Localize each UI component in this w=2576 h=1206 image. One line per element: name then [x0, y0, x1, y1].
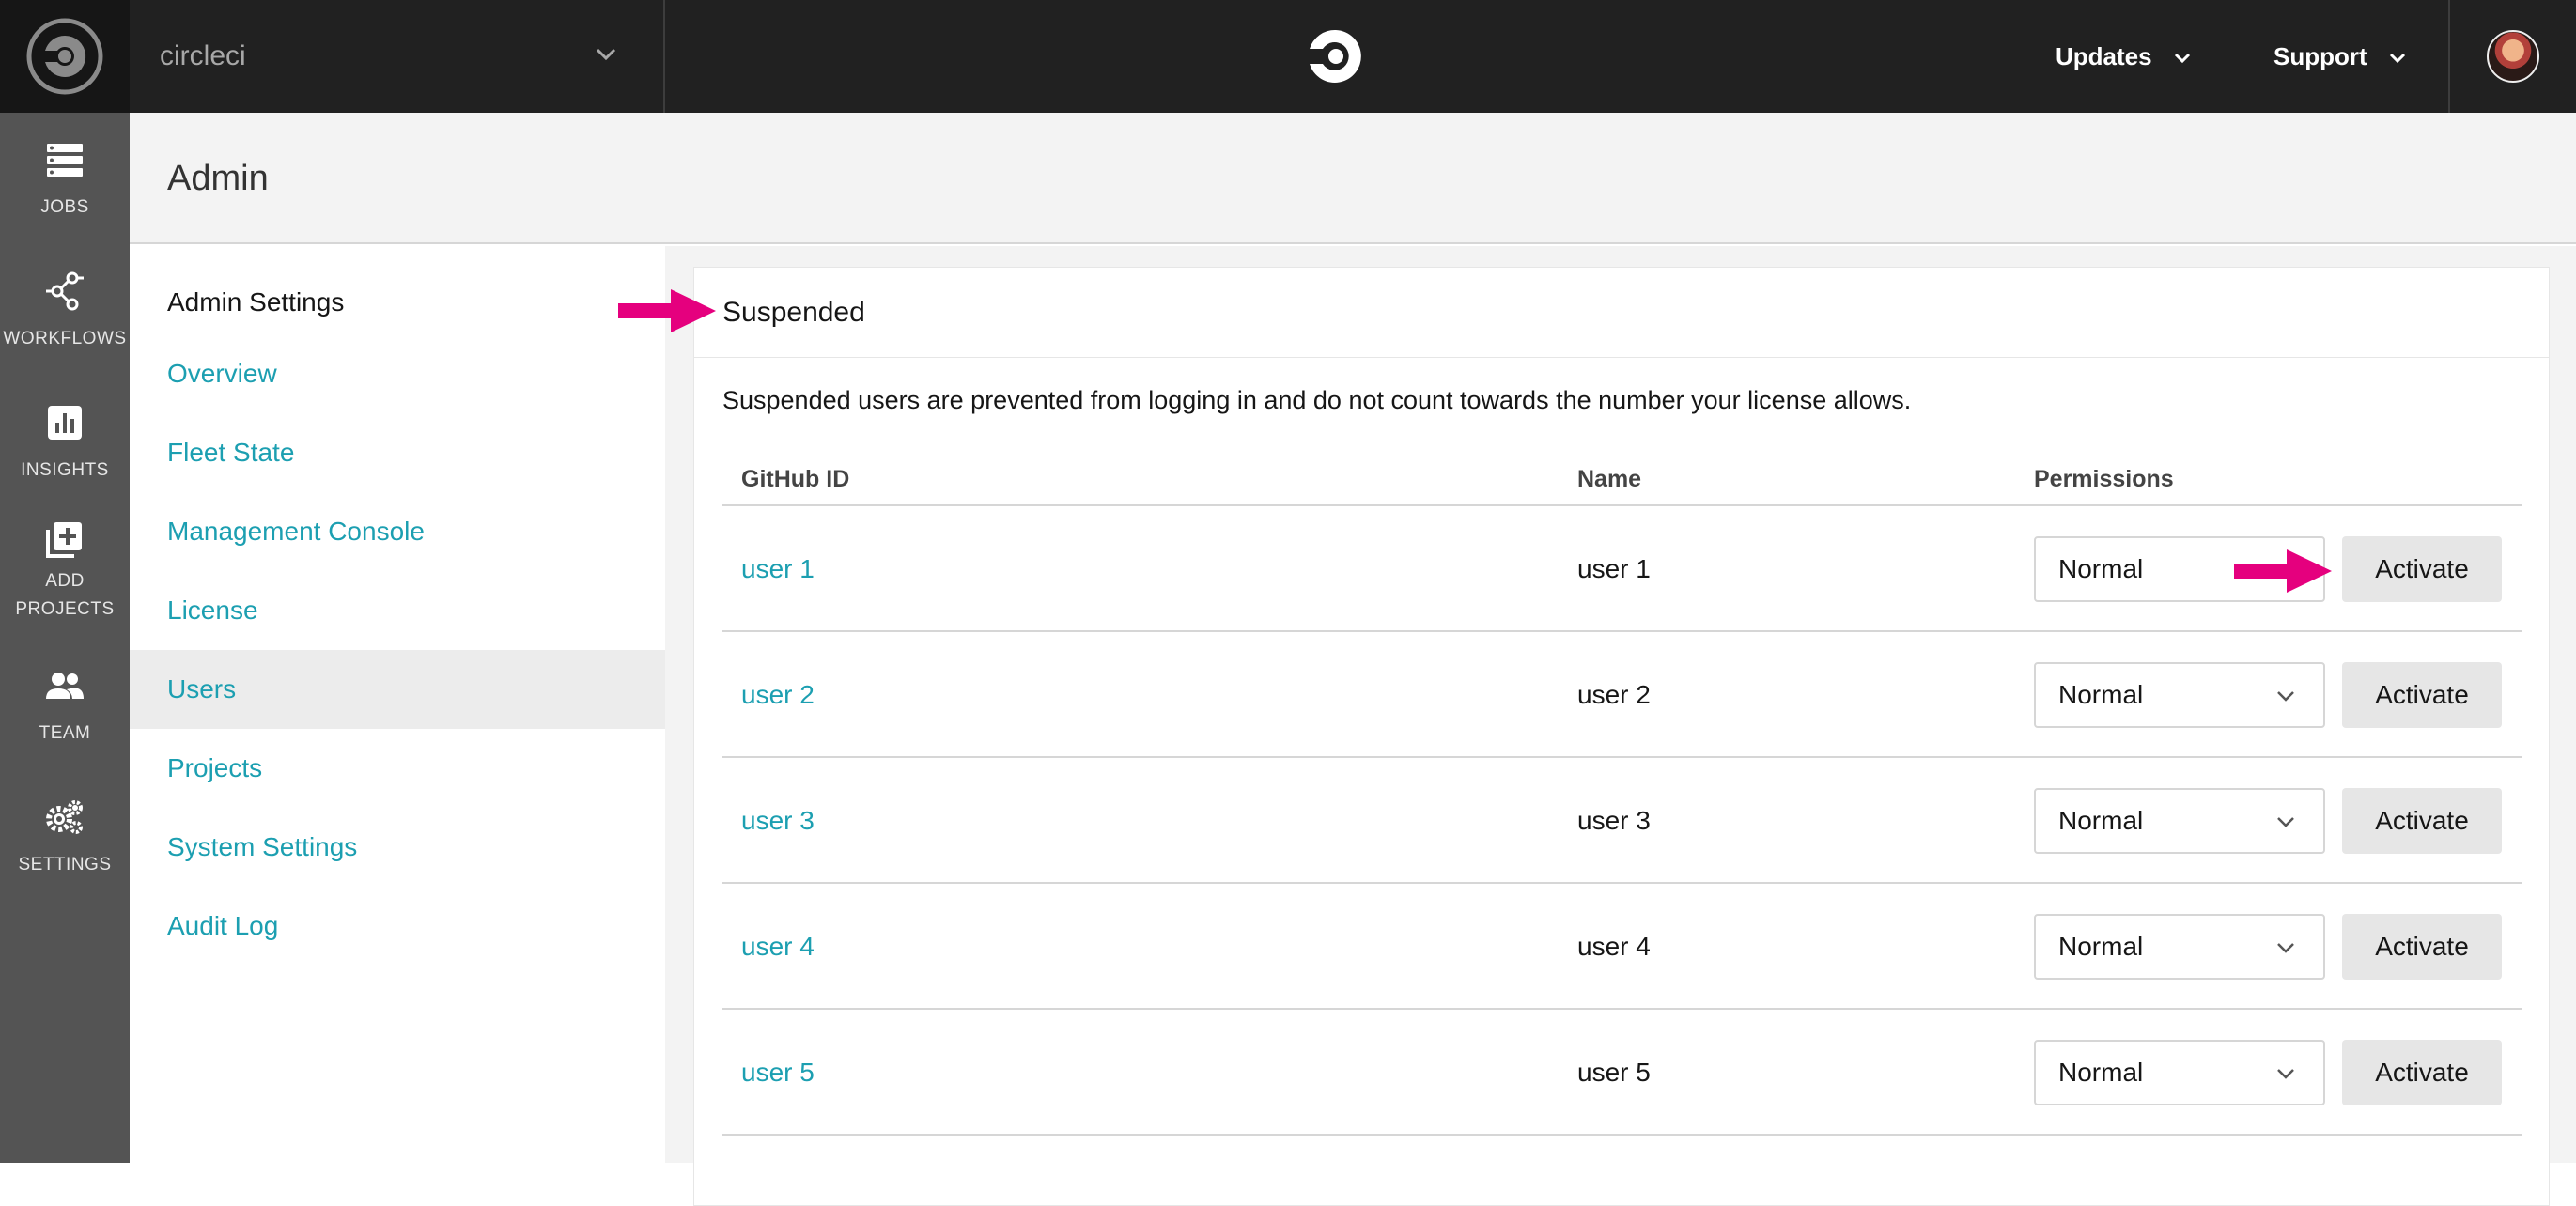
- main-content: Suspended Suspended users are prevented …: [665, 246, 2576, 1206]
- nav-label: TEAM: [39, 723, 91, 743]
- panel-header: Suspended: [694, 268, 2549, 358]
- nav-item-team[interactable]: TEAM: [0, 665, 130, 748]
- nav-label: SETTINGS: [18, 855, 112, 874]
- github-id-link[interactable]: user 3: [741, 758, 815, 884]
- activate-button[interactable]: Activate: [2342, 536, 2502, 602]
- add-projects-icon: [46, 522, 82, 558]
- chevron-down-icon: [2277, 943, 2294, 953]
- activate-button[interactable]: Activate: [2342, 1040, 2502, 1106]
- chevron-down-icon: [2389, 54, 2405, 64]
- nav-item-add-projects[interactable]: ADD PROJECTS: [0, 518, 130, 624]
- org-switcher[interactable]: circleci: [130, 0, 665, 113]
- user-menu[interactable]: [2448, 0, 2576, 113]
- chevron-down-icon: [2277, 691, 2294, 702]
- annotation-arrow-icon: [2234, 549, 2332, 593]
- user-name: user 1: [1577, 554, 1651, 583]
- user-name: user 5: [1577, 1058, 1651, 1087]
- column-header-name: Name: [1577, 466, 1642, 492]
- sidebar-item-overview[interactable]: Overview: [130, 334, 665, 413]
- permission-select[interactable]: Normal: [2034, 788, 2325, 854]
- admin-settings-heading: Admin Settings: [167, 287, 345, 317]
- chevron-down-icon: [2277, 817, 2294, 827]
- support-label: Support: [2273, 42, 2367, 70]
- org-name: circleci: [160, 40, 246, 71]
- updates-menu[interactable]: Updates: [2056, 0, 2191, 113]
- circleci-logo[interactable]: [0, 0, 130, 113]
- nav-item-jobs[interactable]: JOBS: [0, 139, 130, 222]
- nav-label-line: PROJECTS: [15, 599, 115, 619]
- workflows-icon: [46, 271, 84, 311]
- page-title: Admin: [167, 159, 269, 198]
- column-header-permissions: Permissions: [2034, 466, 2174, 492]
- page-header: Admin: [130, 113, 2576, 244]
- nav-item-workflows[interactable]: WORKFLOWS: [0, 271, 130, 353]
- table-header: GitHub ID Name Permissions: [722, 452, 2522, 506]
- insights-icon: [48, 406, 82, 440]
- nav-label: INSIGHTS: [21, 460, 109, 480]
- table-row: user 4 user 4 Normal Activate: [722, 884, 2522, 1010]
- user-name: user 2: [1577, 680, 1651, 709]
- suspended-users-panel: Suspended Suspended users are prevented …: [693, 267, 2550, 1206]
- support-menu[interactable]: Support: [2273, 0, 2406, 113]
- sidebar-item-users[interactable]: Users: [130, 650, 665, 729]
- github-id-link[interactable]: user 4: [741, 884, 815, 1010]
- circleci-center-logo-icon[interactable]: [1308, 28, 1364, 85]
- nav-label: ADD PROJECTS: [0, 567, 130, 624]
- admin-settings-sidebar: Admin Settings Overview Fleet State Mana…: [130, 246, 665, 1163]
- table-row: user 5 user 5 Normal Activate: [722, 1010, 2522, 1136]
- sidebar-item-audit-log[interactable]: Audit Log: [130, 887, 665, 966]
- settings-icon: [46, 800, 83, 834]
- permission-value: Normal: [2058, 932, 2144, 961]
- sidebar-item-fleet-state[interactable]: Fleet State: [130, 413, 665, 492]
- github-id-link[interactable]: user 1: [741, 506, 815, 632]
- updates-label: Updates: [2056, 42, 2152, 70]
- permission-value: Normal: [2058, 554, 2144, 583]
- activate-button[interactable]: Activate: [2342, 788, 2502, 854]
- column-header-github-id: GitHub ID: [741, 466, 850, 492]
- chevron-down-icon: [2174, 54, 2190, 64]
- permission-select[interactable]: Normal: [2034, 662, 2325, 728]
- table-row: user 3 user 3 Normal Activate: [722, 758, 2522, 884]
- permission-value: Normal: [2058, 680, 2144, 709]
- github-id-link[interactable]: user 2: [741, 632, 815, 758]
- left-nav: JOBS WORKFLOWS INSIGHTS ADD PROJECTS TEA…: [0, 113, 130, 1163]
- chevron-down-icon: [2277, 1069, 2294, 1079]
- sidebar-item-license[interactable]: License: [130, 571, 665, 650]
- sidebar-item-projects[interactable]: Projects: [130, 729, 665, 808]
- nav-label: JOBS: [40, 197, 89, 217]
- nav-item-insights[interactable]: INSIGHTS: [0, 402, 130, 485]
- nav-label: WORKFLOWS: [3, 329, 127, 348]
- panel-title: Suspended: [722, 297, 865, 328]
- user-name: user 4: [1577, 932, 1651, 961]
- nav-item-settings[interactable]: SETTINGS: [0, 796, 130, 879]
- permission-select[interactable]: Normal: [2034, 1040, 2325, 1106]
- sidebar-item-system-settings[interactable]: System Settings: [130, 808, 665, 887]
- top-bar: circleci Updates Support: [0, 0, 2576, 113]
- avatar: [2487, 30, 2539, 83]
- activate-button[interactable]: Activate: [2342, 662, 2502, 728]
- table-row: user 2 user 2 Normal Activate: [722, 632, 2522, 758]
- panel-description: Suspended users are prevented from loggi…: [722, 386, 1912, 414]
- user-name: user 3: [1577, 806, 1651, 835]
- team-icon: [46, 673, 84, 699]
- chevron-down-icon: [596, 48, 616, 61]
- annotation-arrow-icon: [618, 289, 716, 332]
- permission-value: Normal: [2058, 806, 2144, 835]
- activate-button[interactable]: Activate: [2342, 914, 2502, 980]
- permission-select[interactable]: Normal: [2034, 914, 2325, 980]
- nav-label-line: ADD: [45, 571, 85, 591]
- sidebar-item-management-console[interactable]: Management Console: [130, 492, 665, 571]
- permission-value: Normal: [2058, 1058, 2144, 1087]
- circleci-logo-icon: [26, 18, 103, 95]
- github-id-link[interactable]: user 5: [741, 1010, 815, 1136]
- jobs-icon: [47, 144, 83, 177]
